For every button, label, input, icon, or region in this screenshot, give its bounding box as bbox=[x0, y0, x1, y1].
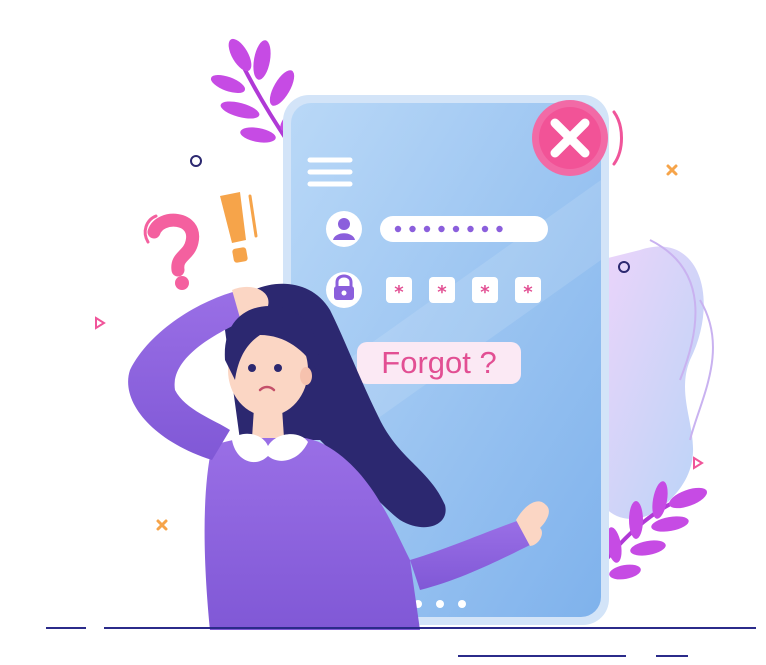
exclamation-mark-icon bbox=[220, 192, 258, 263]
forgot-password-link[interactable]: Forgot ? bbox=[357, 342, 521, 384]
pin-mask-char: * bbox=[480, 282, 490, 303]
password-field[interactable] bbox=[380, 216, 548, 242]
pin-box[interactable]: * bbox=[429, 277, 455, 303]
decorative-triangle-left bbox=[95, 316, 106, 330]
password-dot bbox=[394, 225, 402, 233]
question-mark-icon bbox=[143, 213, 200, 290]
right-eye bbox=[274, 364, 282, 372]
background-wave-shape bbox=[600, 246, 704, 519]
illustration-scene: * * * * Forgot ? bbox=[46, 38, 756, 657]
password-dot bbox=[467, 225, 474, 233]
padlock-icon bbox=[326, 272, 362, 308]
password-dot bbox=[452, 225, 460, 233]
password-dot bbox=[409, 225, 416, 233]
password-dot bbox=[423, 225, 431, 233]
decorative-cross-top bbox=[666, 164, 678, 176]
user-avatar-icon bbox=[326, 211, 362, 247]
pin-box[interactable]: * bbox=[472, 277, 498, 303]
decorative-cross-bottom bbox=[156, 519, 168, 531]
password-dot bbox=[438, 225, 445, 233]
pin-box[interactable]: * bbox=[386, 277, 412, 303]
decorative-triangle-right bbox=[693, 456, 704, 470]
pin-mask-char: * bbox=[437, 282, 447, 303]
pager-dot[interactable] bbox=[458, 600, 466, 608]
password-dot bbox=[496, 225, 503, 233]
pin-mask-char: * bbox=[394, 282, 404, 303]
pin-mask-char: * bbox=[523, 282, 533, 303]
ground-lines bbox=[46, 627, 756, 657]
left-eye bbox=[248, 364, 256, 372]
forgot-label: Forgot ? bbox=[381, 345, 496, 380]
decorative-ring-left bbox=[190, 155, 202, 167]
ear bbox=[300, 367, 312, 385]
password-dot bbox=[481, 225, 489, 233]
pager-dot[interactable] bbox=[436, 600, 444, 608]
pin-box[interactable]: * bbox=[515, 277, 541, 303]
